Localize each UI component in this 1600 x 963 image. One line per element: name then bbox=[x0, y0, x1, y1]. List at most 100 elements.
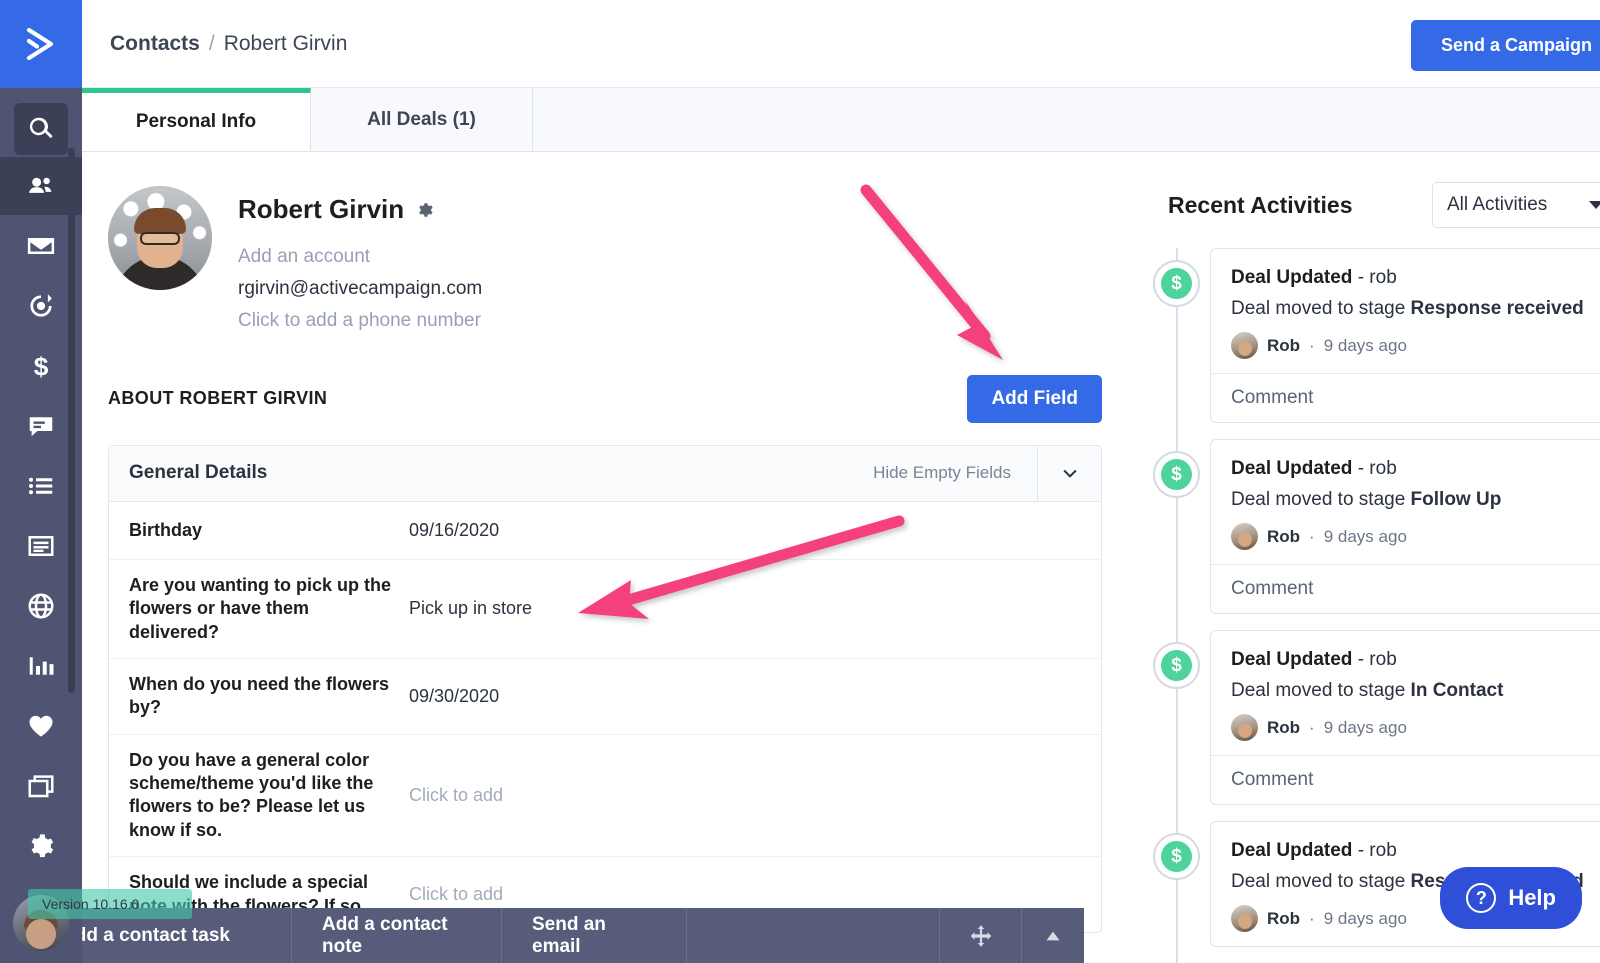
add-phone-link[interactable]: Click to add a phone number bbox=[238, 305, 482, 337]
tab-all-deals[interactable]: All Deals (1) bbox=[311, 88, 533, 151]
reports-bar-chart-icon bbox=[29, 657, 54, 675]
field-value[interactable]: Click to add bbox=[409, 785, 503, 806]
activities-filter-value: All Activities bbox=[1447, 194, 1548, 215]
activity-detail-stage: Response received bbox=[1410, 298, 1584, 319]
activity-detail: Deal moved to stage Response received bbox=[1231, 298, 1600, 320]
sidebar-item-deals[interactable]: $ bbox=[13, 337, 69, 395]
activity-title-rest: - rob bbox=[1352, 840, 1397, 861]
activity-meta: Rob · 9 days ago bbox=[1231, 714, 1600, 741]
add-field-button[interactable]: Add Field bbox=[967, 374, 1102, 423]
sidebar-item-apps[interactable] bbox=[13, 757, 69, 815]
field-value[interactable]: 09/16/2020 bbox=[409, 520, 499, 541]
drag-move-handle[interactable] bbox=[940, 908, 1022, 963]
contact-settings-gear-icon[interactable] bbox=[416, 201, 434, 219]
hide-empty-fields-link[interactable]: Hide Empty Fields bbox=[873, 463, 1037, 483]
avatar bbox=[1231, 523, 1258, 550]
activity-time: 9 days ago bbox=[1323, 908, 1407, 928]
action-bar-spacer bbox=[687, 908, 940, 963]
activity-title-rest: - rob bbox=[1352, 458, 1397, 479]
send-campaign-button[interactable]: Send a Campaign bbox=[1410, 20, 1600, 71]
heart-icon bbox=[29, 715, 53, 737]
apps-windows-icon bbox=[28, 775, 54, 798]
breadcrumb-contacts-link[interactable]: Contacts bbox=[110, 32, 200, 56]
comment-button[interactable]: Comment bbox=[1211, 564, 1600, 613]
field-value[interactable]: 09/30/2020 bbox=[409, 686, 499, 707]
avatar bbox=[1231, 714, 1258, 741]
sidebar-item-automations[interactable] bbox=[13, 277, 69, 335]
contact-header: Robert Girvin Add an account rgirvin@act… bbox=[82, 152, 1128, 337]
contacts-icon bbox=[29, 177, 52, 193]
activity-body: Deal Updated - rob Deal moved to stage F… bbox=[1211, 440, 1600, 564]
activity-body: Deal Updated - rob Deal moved to stage I… bbox=[1211, 631, 1600, 755]
sidebar-item-conversations[interactable] bbox=[13, 397, 69, 455]
svg-text:$: $ bbox=[34, 351, 49, 381]
dollar-icon: $ bbox=[1161, 650, 1192, 681]
meta-dot: · bbox=[1309, 335, 1315, 355]
activity-detail: Deal moved to stage Follow Up bbox=[1231, 489, 1600, 511]
comment-button[interactable]: Comment bbox=[1211, 373, 1600, 422]
sidebar-item-settings[interactable] bbox=[13, 817, 69, 875]
contact-email[interactable]: rgirvin@activecampaign.com bbox=[238, 273, 482, 305]
contact-name: Robert Girvin bbox=[238, 194, 405, 224]
activity-title: Deal Updated - rob bbox=[1231, 649, 1600, 671]
timeline-marker: $ bbox=[1153, 642, 1200, 689]
contact-info: Robert Girvin Add an account rgirvin@act… bbox=[238, 186, 482, 337]
collapse-card-button[interactable] bbox=[1037, 445, 1101, 502]
activities-filter-select[interactable]: All Activities bbox=[1432, 182, 1600, 228]
comment-button[interactable]: Comment bbox=[1211, 755, 1600, 804]
field-label: When do you need the flowers by? bbox=[129, 673, 390, 718]
sidebar-item-reports[interactable] bbox=[13, 637, 69, 695]
activity-detail-stage: In Contact bbox=[1410, 680, 1504, 701]
help-button[interactable]: ? Help bbox=[1440, 867, 1582, 929]
sidebar-item-forms[interactable] bbox=[13, 517, 69, 575]
timeline-marker: $ bbox=[1153, 451, 1200, 498]
breadcrumb: Contacts / Robert Girvin bbox=[110, 32, 347, 56]
activecampaign-logo[interactable] bbox=[0, 0, 82, 88]
list-item: $ Deal Updated - rob Deal moved to stage… bbox=[1128, 630, 1600, 805]
collapse-action-bar-button[interactable] bbox=[1022, 908, 1084, 963]
deals-dollar-icon: $ bbox=[34, 351, 49, 381]
sidebar-item-favorites[interactable] bbox=[13, 697, 69, 755]
sidebar-scrollbar[interactable] bbox=[68, 148, 75, 693]
tab-personal-info[interactable]: Personal Info bbox=[82, 88, 311, 151]
photo-hair bbox=[134, 208, 186, 234]
activity-meta: Rob · 9 days ago bbox=[1231, 523, 1600, 550]
sidebar-item-website[interactable] bbox=[13, 577, 69, 635]
recent-activities-title: Recent Activities bbox=[1168, 191, 1353, 218]
activity-title: Deal Updated - rob bbox=[1231, 840, 1600, 862]
field-value[interactable]: Click to add bbox=[409, 884, 503, 905]
field-value[interactable]: Pick up in store bbox=[409, 598, 532, 619]
activity-detail-prefix: Deal moved to stage bbox=[1231, 871, 1411, 892]
send-an-email-button[interactable]: Send an email bbox=[502, 908, 687, 963]
meta-dot: · bbox=[1309, 717, 1315, 737]
activity-title: Deal Updated - rob bbox=[1231, 458, 1600, 480]
add-contact-note-button[interactable]: Add a contact note bbox=[292, 908, 502, 963]
activity-title: Deal Updated - rob bbox=[1231, 267, 1600, 289]
add-account-link[interactable]: Add an account bbox=[238, 241, 482, 273]
chevron-down-icon bbox=[1062, 470, 1077, 478]
recent-activities-header: Recent Activities All Activities bbox=[1128, 152, 1600, 228]
activity-title-bold: Deal Updated bbox=[1231, 840, 1353, 861]
list-item: $ Deal Updated - rob Deal moved to stage… bbox=[1128, 439, 1600, 614]
photo-glasses bbox=[140, 232, 180, 245]
chevron-down-icon bbox=[1589, 201, 1600, 209]
search-icon bbox=[29, 117, 53, 139]
meta-dot: · bbox=[1309, 908, 1315, 928]
field-label: Do you have a general color scheme/theme… bbox=[129, 749, 374, 840]
general-details-card: General Details Hide Empty Fields Birthd… bbox=[108, 444, 1102, 934]
contact-photo[interactable] bbox=[108, 186, 212, 290]
activity-card: Deal Updated - rob Deal moved to stage F… bbox=[1210, 439, 1600, 614]
sidebar-item-campaigns[interactable] bbox=[13, 217, 69, 275]
activity-author: Rob bbox=[1267, 335, 1301, 355]
timeline-marker: $ bbox=[1153, 260, 1200, 307]
contact-name-row: Robert Girvin bbox=[238, 194, 482, 225]
table-row: Are you wanting to pick up the flowers o… bbox=[109, 560, 1101, 659]
sidebar-item-lists[interactable] bbox=[13, 457, 69, 515]
logo-chevron-icon bbox=[26, 27, 54, 61]
user-avatar[interactable] bbox=[13, 895, 69, 951]
activity-author: Rob bbox=[1267, 908, 1301, 928]
about-heading: ABOUT ROBERT GIRVIN bbox=[108, 388, 328, 409]
sidebar-item-search[interactable] bbox=[14, 103, 68, 155]
activity-card: Deal Updated - rob Deal moved to stage R… bbox=[1210, 248, 1600, 423]
activities-timeline: $ Deal Updated - rob Deal moved to stage… bbox=[1128, 248, 1600, 963]
